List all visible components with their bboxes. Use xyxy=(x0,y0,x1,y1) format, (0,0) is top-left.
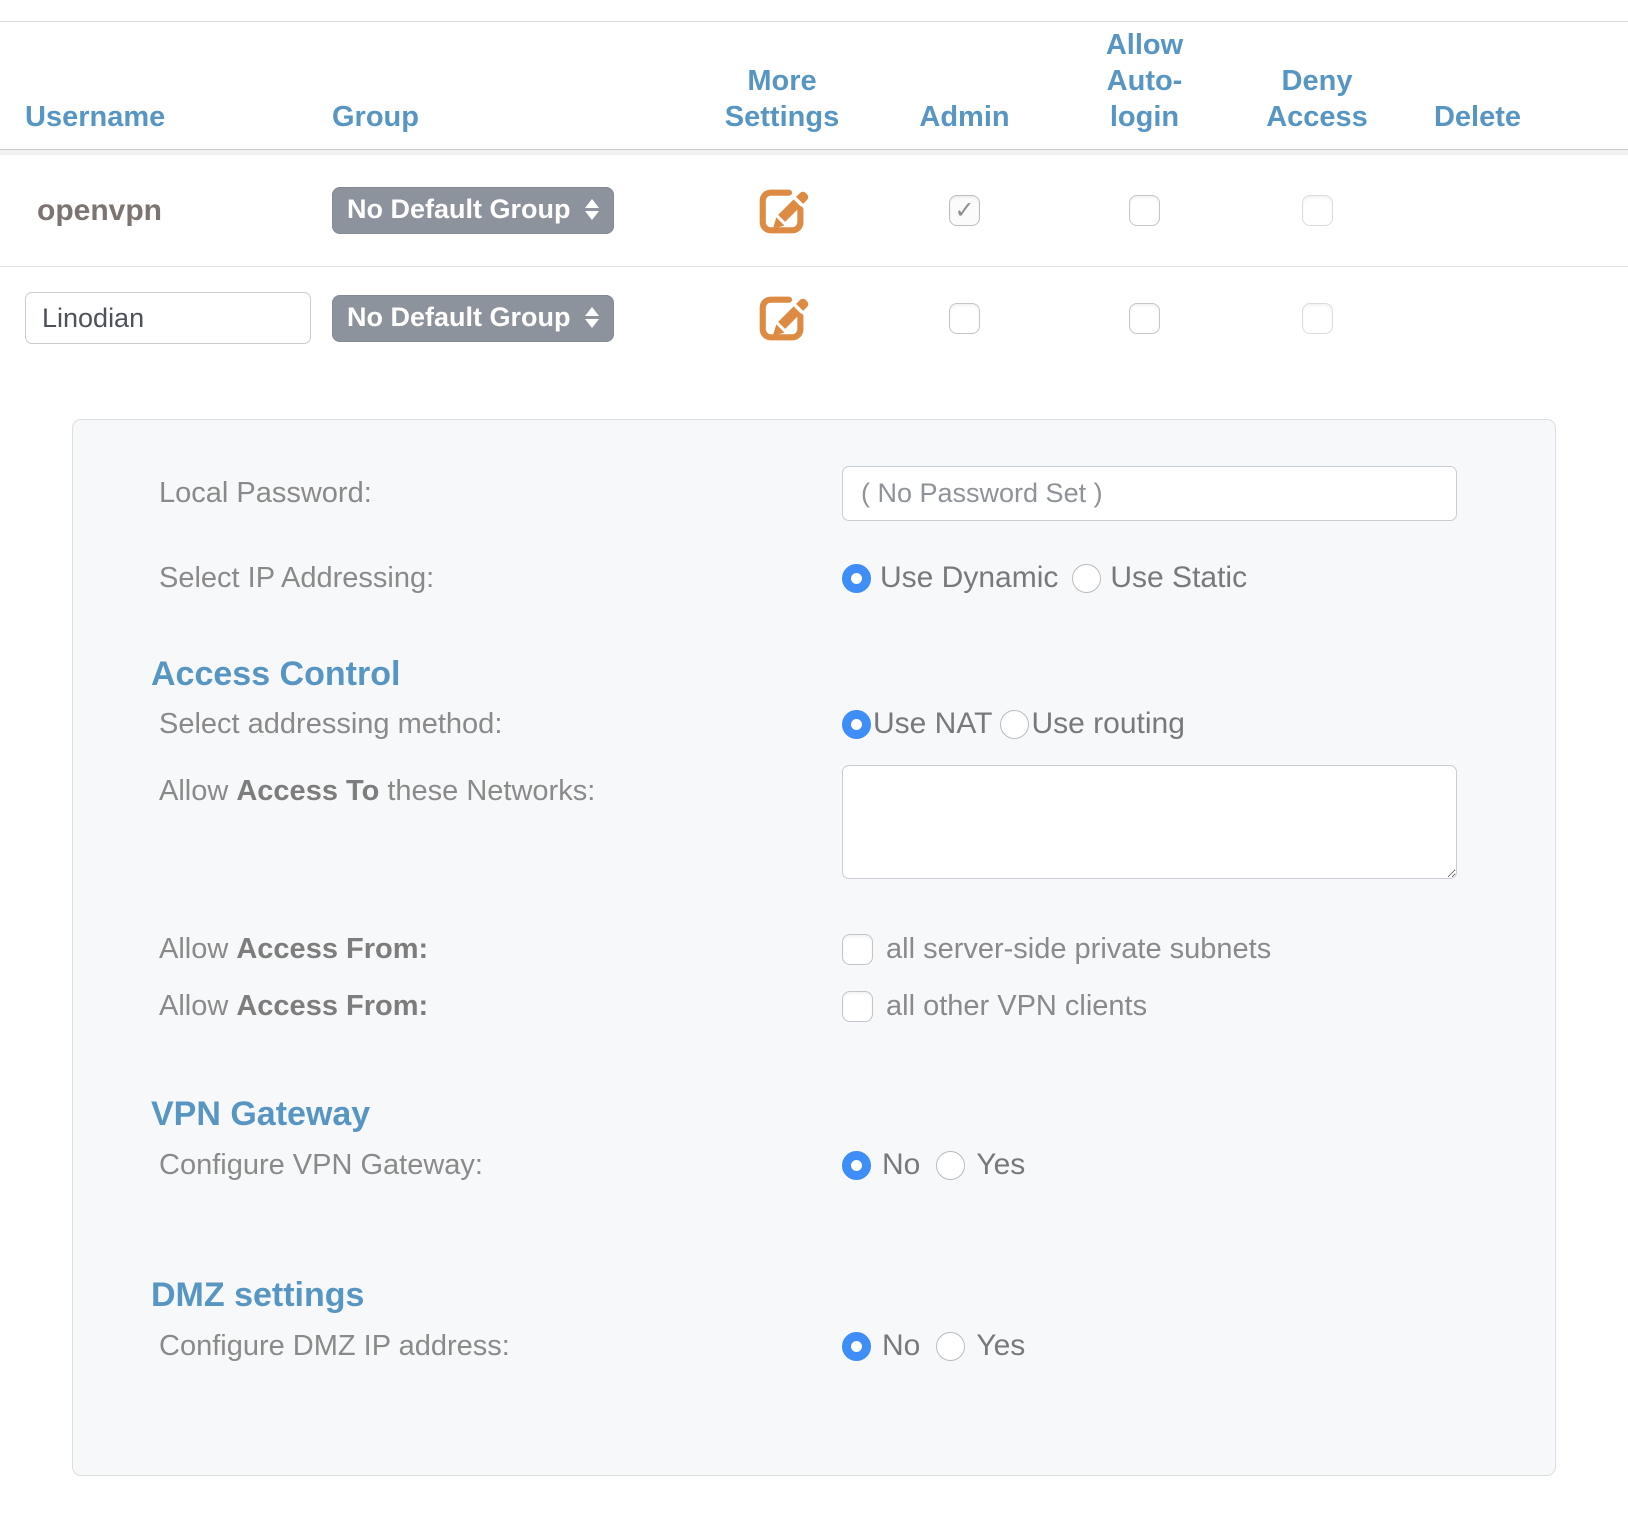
access-from-clients-option: all other VPN clients xyxy=(842,990,1147,1023)
access-control-heading: Access Control xyxy=(151,655,1555,694)
radio-icon xyxy=(1000,710,1029,739)
radio-icon xyxy=(936,1332,965,1361)
vpn-gateway-no-radio[interactable]: No xyxy=(842,1148,920,1182)
table-row-new-user: No Default Group xyxy=(0,267,1628,369)
select-updown-icon xyxy=(585,307,599,328)
radio-icon xyxy=(842,1332,871,1361)
edit-icon xyxy=(754,183,810,239)
access-to-networks-label: Allow Access To these Networks: xyxy=(159,775,842,808)
addressing-method-label: Select addressing method: xyxy=(159,708,842,741)
edit-icon xyxy=(754,290,810,346)
table-row-openvpn: openvpn No Default Group xyxy=(0,155,1628,267)
column-header-delete: Delete xyxy=(1402,99,1553,135)
admin-checkbox[interactable] xyxy=(949,195,980,226)
column-header-group: Group xyxy=(332,99,692,135)
group-select[interactable]: No Default Group xyxy=(332,295,614,342)
access-from-label: Allow Access From: xyxy=(159,933,842,966)
username-text: openvpn xyxy=(25,194,332,228)
use-routing-radio[interactable]: Use routing xyxy=(1000,707,1184,741)
access-from-subnets-checkbox[interactable] xyxy=(842,934,873,965)
column-header-deny-access: Deny Access xyxy=(1232,63,1402,135)
column-header-allow-autologin: Allow Auto-login xyxy=(1057,27,1232,135)
deny-access-checkbox[interactable] xyxy=(1302,195,1333,226)
column-header-username: Username xyxy=(25,99,332,135)
use-dynamic-radio[interactable]: Use Dynamic xyxy=(842,561,1058,595)
table-header-row: Username Group More Settings Admin Allow… xyxy=(0,22,1628,150)
radio-icon xyxy=(842,564,871,593)
radio-icon xyxy=(842,710,871,739)
dmz-yes-radio[interactable]: Yes xyxy=(936,1329,1025,1363)
dmz-no-radio[interactable]: No xyxy=(842,1329,920,1363)
group-select-value: No Default Group xyxy=(347,302,571,333)
dmz-settings-heading: DMZ settings xyxy=(151,1276,1555,1315)
allow-autologin-checkbox[interactable] xyxy=(1129,303,1160,334)
group-select[interactable]: No Default Group xyxy=(332,187,614,234)
allow-autologin-checkbox[interactable] xyxy=(1129,195,1160,226)
access-from-clients-checkbox[interactable] xyxy=(842,991,873,1022)
vpn-gateway-yes-radio[interactable]: Yes xyxy=(936,1148,1025,1182)
more-settings-button[interactable] xyxy=(754,290,810,346)
configure-vpn-gateway-label: Configure VPN Gateway: xyxy=(159,1149,842,1182)
deny-access-checkbox[interactable] xyxy=(1302,303,1333,334)
radio-icon xyxy=(1072,564,1101,593)
column-header-admin: Admin xyxy=(872,99,1057,135)
select-updown-icon xyxy=(585,199,599,220)
configure-dmz-label: Configure DMZ IP address: xyxy=(159,1330,842,1363)
local-password-label: Local Password: xyxy=(159,477,842,510)
vpn-gateway-heading: VPN Gateway xyxy=(151,1095,1555,1134)
local-password-input[interactable] xyxy=(842,466,1457,521)
username-input[interactable] xyxy=(25,292,311,344)
group-select-value: No Default Group xyxy=(347,194,571,225)
user-settings-panel: Local Password: Select IP Addressing: Us… xyxy=(72,419,1556,1476)
ip-addressing-label: Select IP Addressing: xyxy=(159,562,842,595)
user-permissions-table: Username Group More Settings Admin Allow… xyxy=(0,22,1628,369)
use-nat-radio[interactable]: Use NAT xyxy=(842,707,992,741)
admin-checkbox[interactable] xyxy=(949,303,980,334)
column-header-more-settings: More Settings xyxy=(692,63,872,135)
more-settings-button[interactable] xyxy=(754,183,810,239)
access-to-networks-textarea[interactable] xyxy=(842,765,1457,879)
access-from-subnets-option: all server-side private subnets xyxy=(842,933,1271,966)
use-static-radio[interactable]: Use Static xyxy=(1072,561,1247,595)
access-from-label: Allow Access From: xyxy=(159,990,842,1023)
radio-icon xyxy=(842,1151,871,1180)
radio-icon xyxy=(936,1151,965,1180)
